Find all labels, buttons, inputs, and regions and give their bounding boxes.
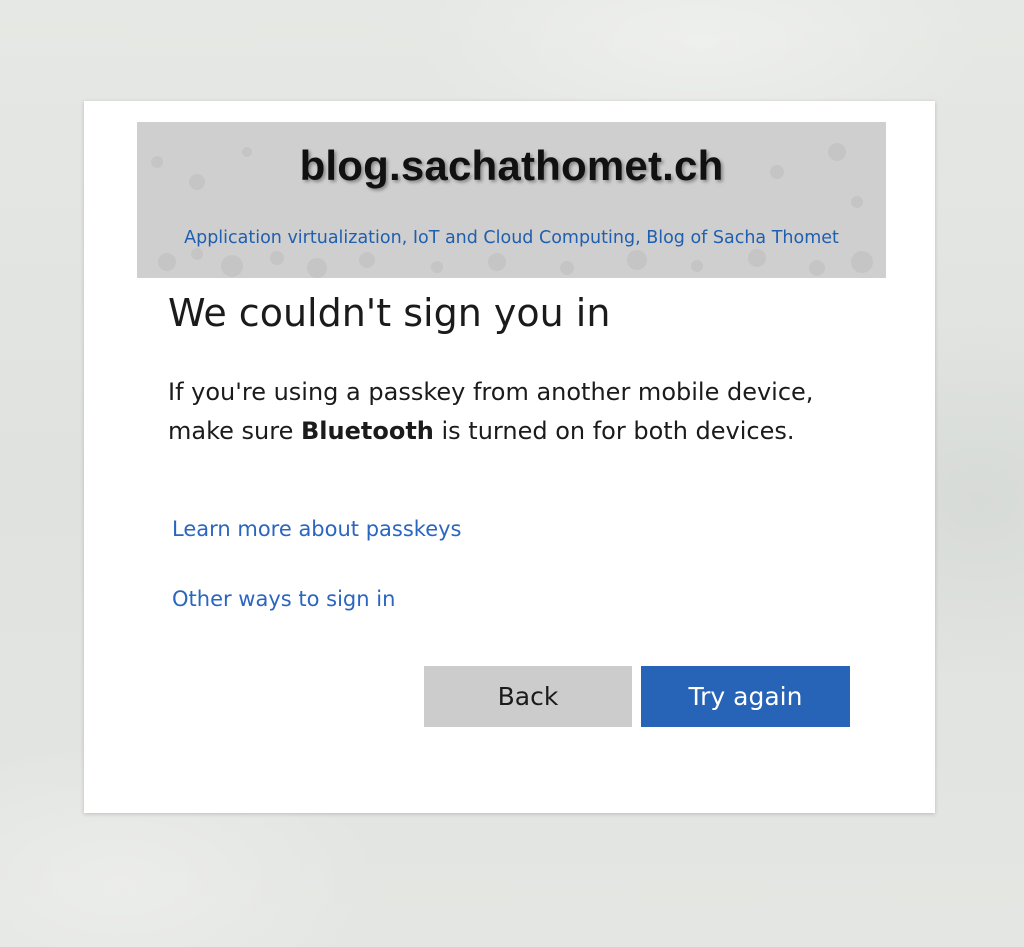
try-again-button[interactable]: Try again [641,666,850,727]
learn-more-passkeys-link[interactable]: Learn more about passkeys [172,517,462,541]
blog-title: blog.sachathomet.ch [299,142,724,189]
blog-subtitle: Application virtualization, IoT and Clou… [184,228,839,248]
bluetooth-emphasis: Bluetooth [300,417,434,445]
back-button[interactable]: Back [424,666,632,727]
sign-in-error-dialog: blog.sachathomet.ch Application virtuali… [84,101,935,813]
blog-watermark-banner: blog.sachathomet.ch Application virtuali… [137,122,886,278]
error-description: If you're using a passkey from another m… [168,373,848,451]
description-text-end: is turned on for both devices. [433,417,795,445]
error-heading: We couldn't sign you in [168,291,611,335]
other-ways-sign-in-link[interactable]: Other ways to sign in [172,587,395,611]
